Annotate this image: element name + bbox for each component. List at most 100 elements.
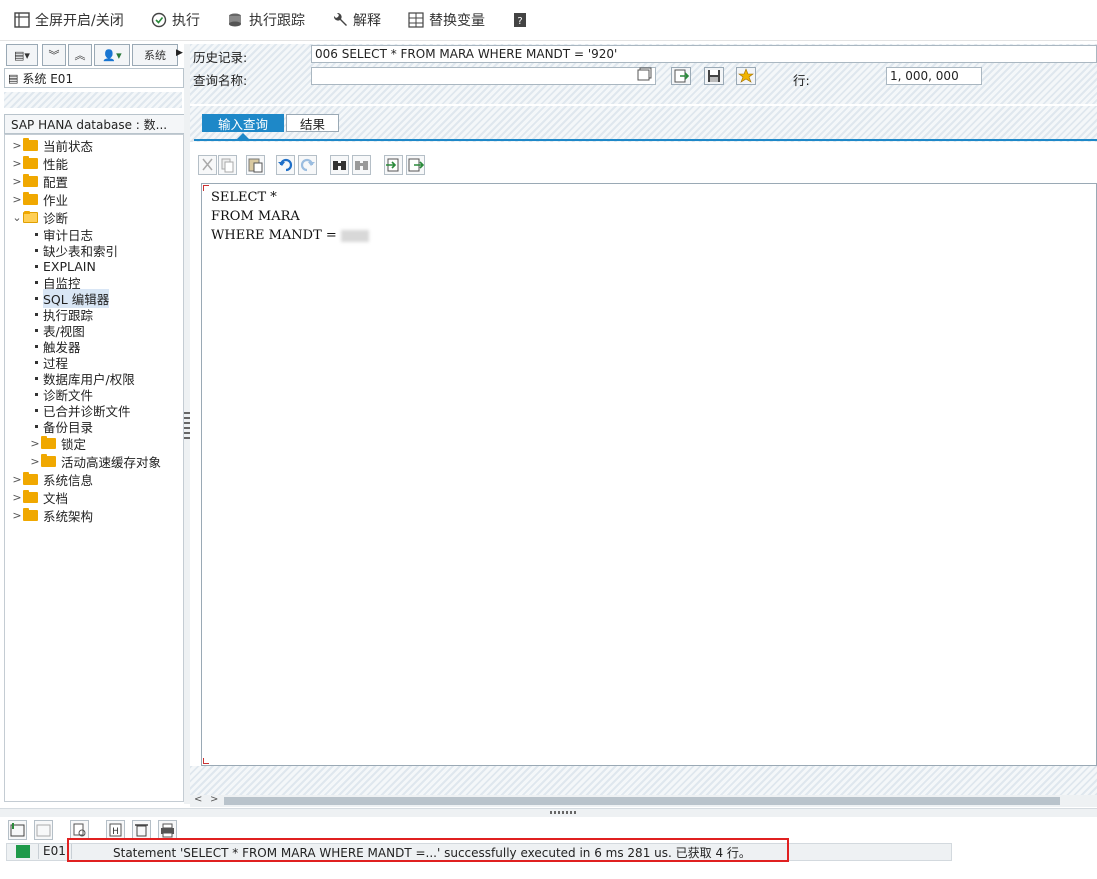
- tree-item[interactable]: > 锁定: [5, 435, 86, 452]
- undo-button[interactable]: [276, 155, 295, 175]
- chevron-right-icon[interactable]: >: [11, 175, 23, 188]
- chevron-right-icon[interactable]: >: [11, 193, 23, 206]
- bullet-icon: [35, 392, 38, 396]
- chevron-right-icon[interactable]: >: [29, 455, 41, 468]
- status-disabled-button[interactable]: [34, 820, 53, 840]
- tab-input-query[interactable]: 输入查询: [202, 114, 284, 132]
- chevron-right-icon[interactable]: >: [11, 139, 23, 152]
- find-button[interactable]: [330, 155, 349, 175]
- highlight-box: [67, 838, 789, 862]
- tree-item-label: 配置: [43, 174, 69, 190]
- chevron-right-icon[interactable]: >: [11, 509, 23, 522]
- status-delete-button[interactable]: [132, 820, 151, 840]
- tab-input-query-label: 输入查询: [217, 116, 268, 132]
- help-button[interactable]: ?: [512, 10, 528, 30]
- tree-item[interactable]: > 配置: [5, 173, 69, 190]
- folder-icon: [23, 155, 38, 169]
- bullet-icon: [35, 232, 38, 236]
- copy-button[interactable]: [218, 155, 237, 175]
- horizontal-scrollbar[interactable]: < >: [190, 794, 1097, 807]
- value-help-button[interactable]: [637, 67, 657, 85]
- export-button[interactable]: [406, 155, 425, 175]
- sql-text[interactable]: SELECT * FROM MARA WHERE MANDT =: [202, 184, 1096, 245]
- variables-icon: [408, 12, 424, 28]
- import-button[interactable]: [384, 155, 403, 175]
- cut-button[interactable]: [198, 155, 217, 175]
- tree-item[interactable]: 缺少表和索引: [5, 242, 118, 259]
- tree-item[interactable]: > 系统信息: [5, 471, 94, 488]
- scroll-left-icon[interactable]: <: [194, 794, 202, 805]
- execute-button[interactable]: 执行: [151, 10, 200, 30]
- folder-open-icon: [23, 210, 38, 223]
- load-query-button[interactable]: [671, 67, 691, 85]
- layout-button[interactable]: ▤▾: [6, 44, 38, 66]
- replace-vars-label: 替换变量: [429, 13, 485, 29]
- bullet-icon: [35, 408, 38, 412]
- svg-text:?: ?: [517, 16, 522, 27]
- tree-header: SAP HANA database : 数...: [4, 114, 188, 134]
- redo-button[interactable]: [298, 155, 317, 175]
- replace-variables-button[interactable]: 替换变量: [408, 10, 485, 30]
- tree-header-label: SAP HANA database : 数...: [11, 117, 168, 132]
- panel-splitter[interactable]: [184, 44, 190, 804]
- help-icon: ?: [512, 12, 528, 28]
- tree-item[interactable]: > 当前状态: [5, 137, 94, 154]
- tree-item[interactable]: ⌄ 诊断: [5, 209, 68, 226]
- chevron-down-icon[interactable]: ⌄: [11, 211, 23, 224]
- rows-value: 1, 000, 000: [890, 69, 959, 83]
- rows-field[interactable]: 1, 000, 000: [886, 67, 982, 85]
- system-selector[interactable]: ▤ 系统 E01: [4, 68, 184, 88]
- system-button[interactable]: 系统: [132, 44, 178, 66]
- fullscreen-button[interactable]: 全屏开启/关闭: [14, 10, 124, 30]
- folder-icon: [23, 191, 38, 205]
- system-icon: ▤: [8, 71, 19, 85]
- find-next-button[interactable]: [352, 155, 371, 175]
- collapse-all-button[interactable]: ︾: [42, 44, 66, 66]
- explain-label: 解释: [353, 13, 381, 29]
- bullet-icon: [35, 280, 38, 284]
- sql-editor[interactable]: SELECT * FROM MARA WHERE MANDT =: [201, 183, 1097, 766]
- corner-mark-bottom: [203, 758, 209, 764]
- paste-button[interactable]: [246, 155, 265, 175]
- tree-item[interactable]: > 性能: [5, 155, 68, 172]
- status-system-label: E01: [43, 844, 66, 858]
- tree-item[interactable]: > 活动高速缓存对象: [5, 453, 161, 470]
- bottom-splitter[interactable]: [0, 808, 1097, 817]
- favorite-button[interactable]: [736, 67, 756, 85]
- tree-item-label: 当前状态: [43, 138, 94, 154]
- layout-icon: ▤▾: [14, 48, 30, 62]
- status-print-button[interactable]: [158, 820, 177, 840]
- query-name-field[interactable]: [311, 67, 656, 85]
- bullet-icon: [35, 424, 38, 428]
- expand-icon: ︽: [74, 49, 86, 62]
- chevron-right-icon[interactable]: >: [29, 437, 41, 450]
- chevron-right-icon[interactable]: >: [11, 473, 23, 486]
- bullet-icon: [35, 248, 38, 252]
- status-ok-indicator: [16, 845, 30, 858]
- history-field[interactable]: 006 SELECT * FROM MARA WHERE MANDT = '92…: [311, 45, 1097, 63]
- tree-item-label: 作业: [43, 192, 69, 208]
- corner-mark-top: [203, 185, 209, 191]
- scroll-right-icon[interactable]: >: [210, 794, 218, 805]
- execution-trace-button[interactable]: 执行跟踪: [228, 10, 305, 30]
- tree-item[interactable]: > 系统架构: [5, 507, 93, 524]
- chevron-right-icon[interactable]: >: [11, 491, 23, 504]
- system-btn-label: 系统: [144, 49, 166, 62]
- tree-item[interactable]: > 作业: [5, 191, 69, 208]
- execute-icon: [151, 12, 167, 28]
- scroll-thumb[interactable]: [224, 797, 1060, 805]
- expand-all-button[interactable]: ︽: [68, 44, 92, 66]
- tree-item-label: 系统信息: [43, 472, 94, 488]
- chevron-right-icon[interactable]: >: [11, 157, 23, 170]
- tab-results[interactable]: 结果: [286, 114, 339, 132]
- status-new-button[interactable]: [8, 820, 27, 840]
- user-button[interactable]: 👤▾: [94, 44, 130, 66]
- status-copy-button[interactable]: [70, 820, 89, 840]
- explain-button[interactable]: 解释: [332, 10, 381, 30]
- fullscreen-icon: [14, 12, 30, 28]
- status-history-button[interactable]: H: [106, 820, 125, 840]
- save-query-button[interactable]: [704, 67, 724, 85]
- tree-item[interactable]: 备份目录: [5, 418, 93, 435]
- tree-item[interactable]: > 文档: [5, 489, 68, 506]
- more-arrow-icon[interactable]: ▶: [176, 48, 183, 58]
